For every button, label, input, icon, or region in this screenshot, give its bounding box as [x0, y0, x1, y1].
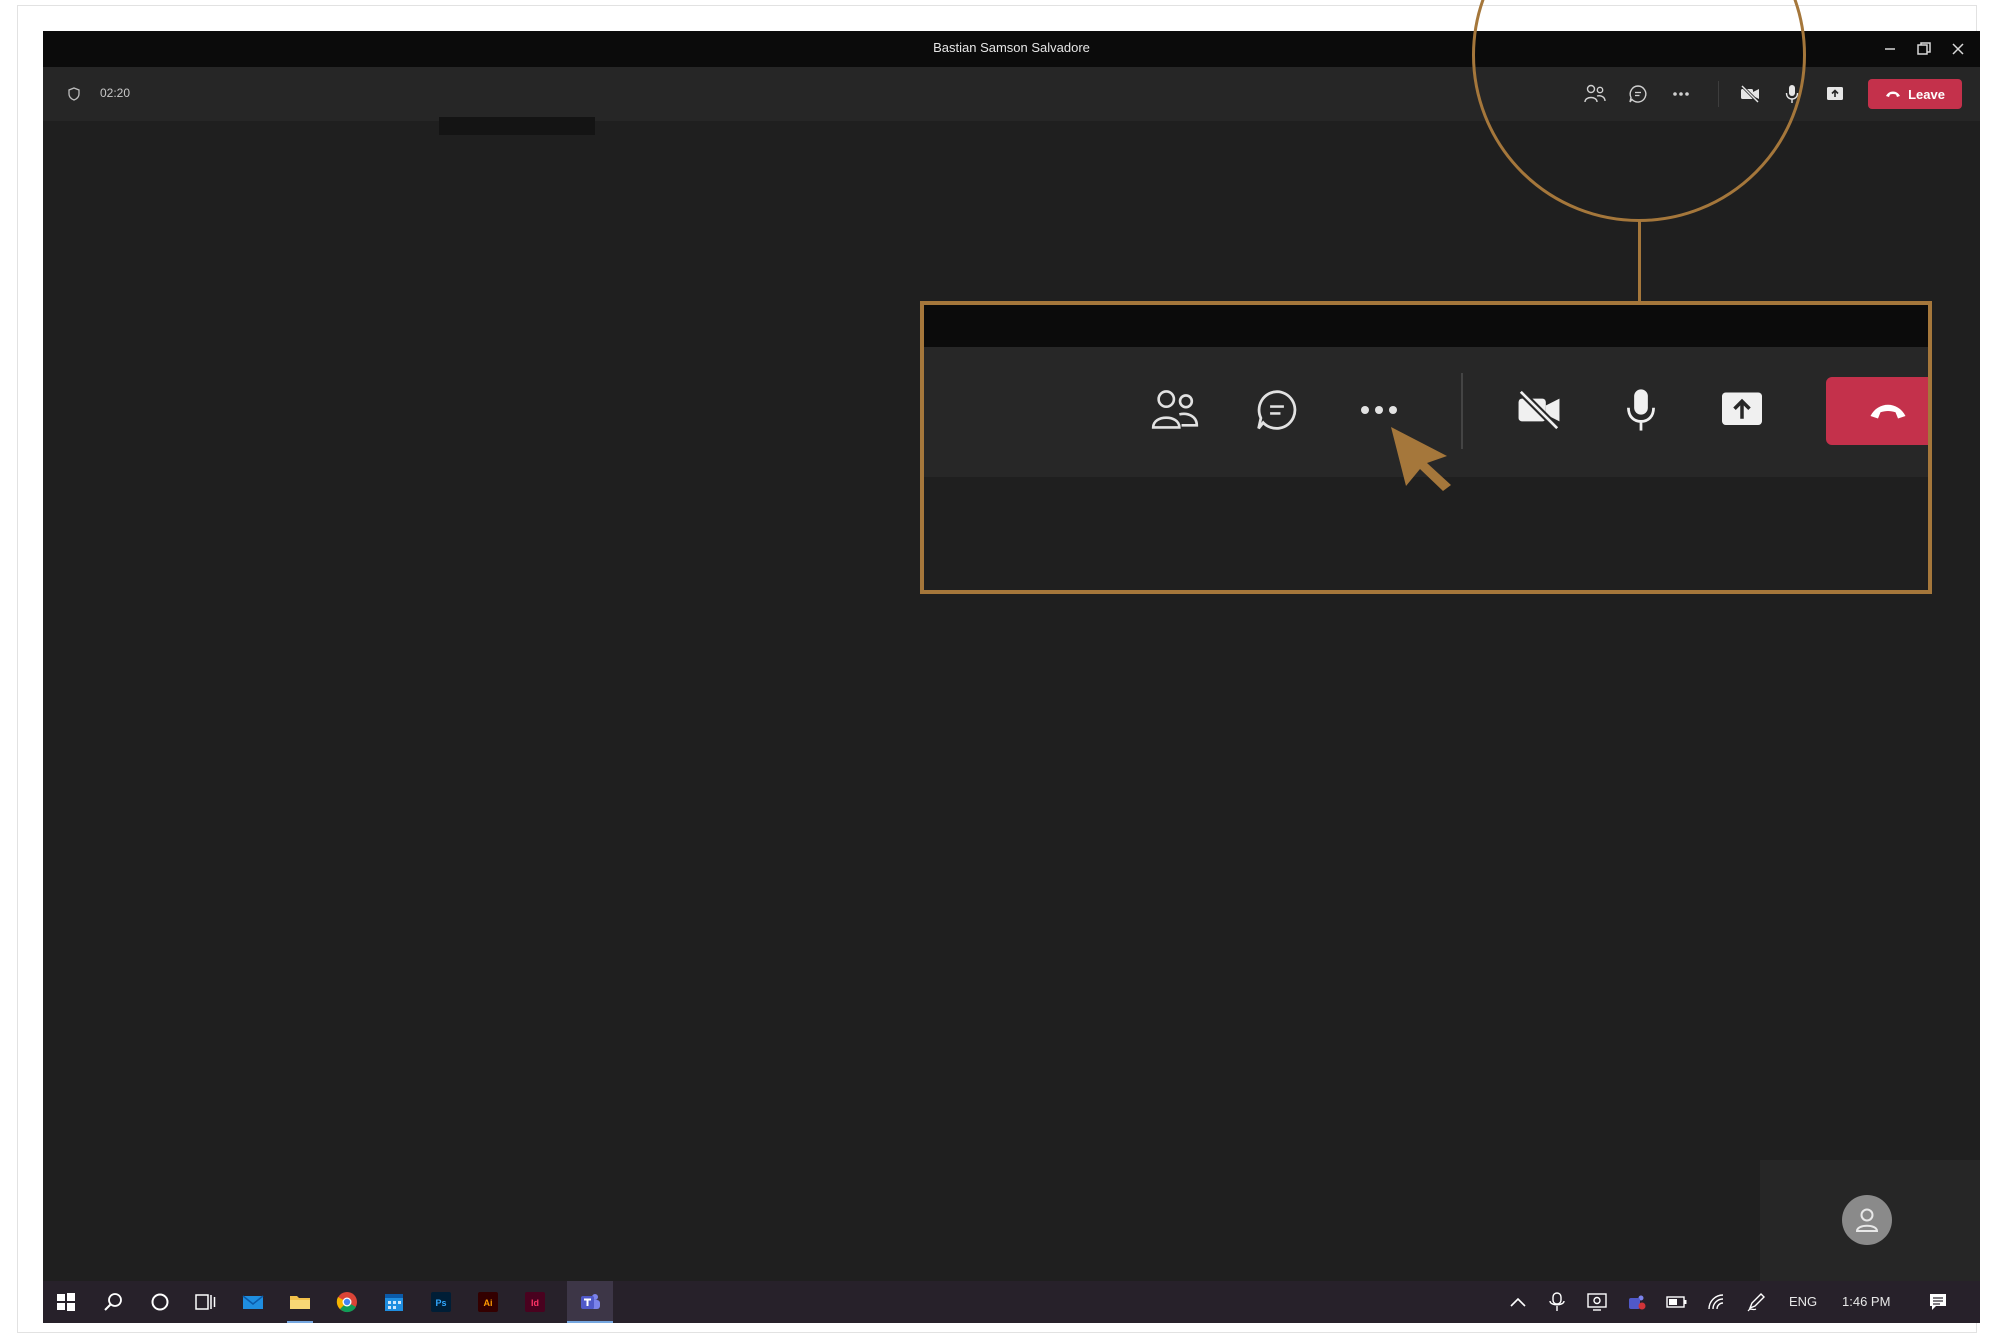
camera-off-icon[interactable]	[1511, 382, 1567, 438]
share-screen-icon[interactable]	[1821, 80, 1849, 108]
illustrator-icon[interactable]: Ai	[475, 1289, 501, 1315]
minimize-icon[interactable]	[1875, 36, 1905, 62]
show-hidden-icon[interactable]	[1505, 1289, 1531, 1315]
shield-icon	[67, 87, 81, 101]
photoshop-icon[interactable]: Ps	[428, 1289, 454, 1315]
pointer-cursor-icon	[1391, 427, 1451, 491]
screen-capture-icon[interactable]	[1584, 1289, 1610, 1315]
wifi-icon[interactable]	[1704, 1289, 1730, 1315]
windows-taskbar: Ps Ai Id ENG 1:46 PM	[43, 1281, 1980, 1323]
teams-meeting-window: Bastian Samson Salvadore 02:20 Leave Ps …	[43, 31, 1980, 1323]
leave-label: Leave	[1908, 86, 1945, 102]
task-view-icon[interactable]	[193, 1289, 219, 1315]
taskbar-clock[interactable]: 1:46 PM	[1842, 1294, 1890, 1309]
hang-up-icon	[1886, 91, 1901, 97]
action-center-icon[interactable]	[1925, 1289, 1951, 1315]
meet-now-icon[interactable]	[1544, 1289, 1570, 1315]
pen-icon[interactable]	[1743, 1289, 1769, 1315]
indesign-icon[interactable]: Id	[522, 1289, 548, 1315]
battery-icon[interactable]	[1664, 1289, 1690, 1315]
file-explorer-icon[interactable]	[287, 1289, 313, 1315]
windows-start-icon[interactable]	[53, 1289, 79, 1315]
restore-icon[interactable]	[1909, 36, 1939, 62]
zoomed-title-bar	[924, 305, 1928, 347]
teams-open-indicator	[567, 1321, 613, 1323]
teams-icon[interactable]	[577, 1289, 603, 1315]
illustrator-label: Ai	[484, 1298, 493, 1308]
callout-connector	[1638, 220, 1641, 302]
meeting-timer: 02:20	[100, 86, 131, 100]
people-icon[interactable]	[1147, 382, 1203, 438]
chat-icon[interactable]	[1249, 382, 1305, 438]
mail-icon[interactable]	[240, 1289, 266, 1315]
placeholder-bar	[439, 117, 595, 135]
zoomed-toolbar-divider	[1461, 373, 1463, 449]
language-indicator[interactable]: ENG	[1789, 1294, 1817, 1309]
file-explorer-open-indicator	[287, 1321, 313, 1323]
close-icon[interactable]	[1943, 36, 1973, 62]
zoomed-leave-button[interactable]	[1826, 377, 1931, 445]
indesign-label: Id	[531, 1298, 539, 1308]
leave-label-fragment	[1928, 401, 1931, 421]
user-avatar-icon	[1842, 1195, 1892, 1245]
cortana-icon[interactable]	[147, 1289, 173, 1315]
share-screen-icon[interactable]	[1714, 382, 1770, 438]
photoshop-label: Ps	[435, 1298, 446, 1308]
calendar-icon[interactable]	[381, 1289, 407, 1315]
chrome-icon[interactable]	[334, 1289, 360, 1315]
self-video-tile[interactable]	[1760, 1160, 1980, 1282]
search-icon[interactable]	[100, 1289, 126, 1315]
leave-button[interactable]: Leave	[1868, 79, 1962, 109]
teams-tray-icon[interactable]	[1624, 1289, 1650, 1315]
microphone-icon[interactable]	[1613, 382, 1669, 438]
hang-up-icon	[1870, 404, 1906, 419]
